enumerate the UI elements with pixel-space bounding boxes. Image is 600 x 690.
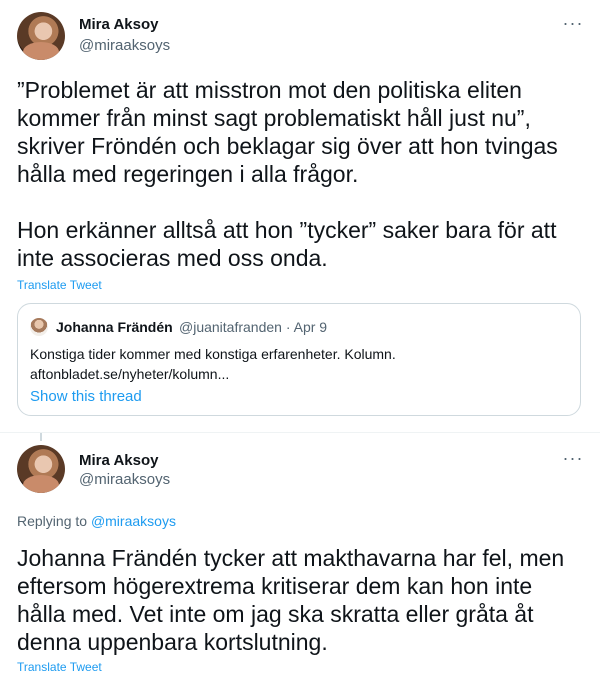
quoted-tweet[interactable]: Johanna Frändén @juanitafranden · Apr 9 … [17,303,581,416]
replying-to: Replying to @miraaksoys [17,513,176,529]
author-handle[interactable]: @miraaksoys [79,471,170,488]
quoted-body: Konstiga tider kommer med konstiga erfar… [30,344,560,384]
translate-tweet-link[interactable]: Translate Tweet [17,278,102,292]
author-name[interactable]: Mira Aksoy [79,452,158,469]
quoted-handle-date: @juanitafranden · Apr 9 [179,319,328,335]
more-options-icon[interactable]: ··· [561,14,585,38]
author-handle[interactable]: @miraaksoys [79,37,170,54]
quoted-avatar [30,318,48,336]
replying-to-handle-link[interactable]: @miraaksoys [91,513,176,529]
avatar[interactable] [17,12,65,60]
more-options-icon[interactable]: ··· [561,449,585,473]
tweet-text: Johanna Frändén tycker att makthavarna h… [17,545,565,655]
tweet-text: ”Problemet är att misstron mot den polit… [17,77,558,271]
translate-tweet-link[interactable]: Translate Tweet [17,660,102,674]
tweet-1[interactable]: Mira Aksoy @miraaksoys ··· ”Problemet är… [0,0,600,432]
author-name[interactable]: Mira Aksoy [79,16,158,33]
show-thread-link[interactable]: Show this thread [30,388,142,405]
avatar[interactable] [17,445,65,493]
quoted-link: aftonbladet.se/nyheter/kolumn... [30,366,230,382]
quoted-body-line: Konstiga tider kommer med konstiga erfar… [30,346,396,362]
replying-to-label: Replying to [17,513,91,529]
quoted-author-name: Johanna Frändén [56,319,173,335]
